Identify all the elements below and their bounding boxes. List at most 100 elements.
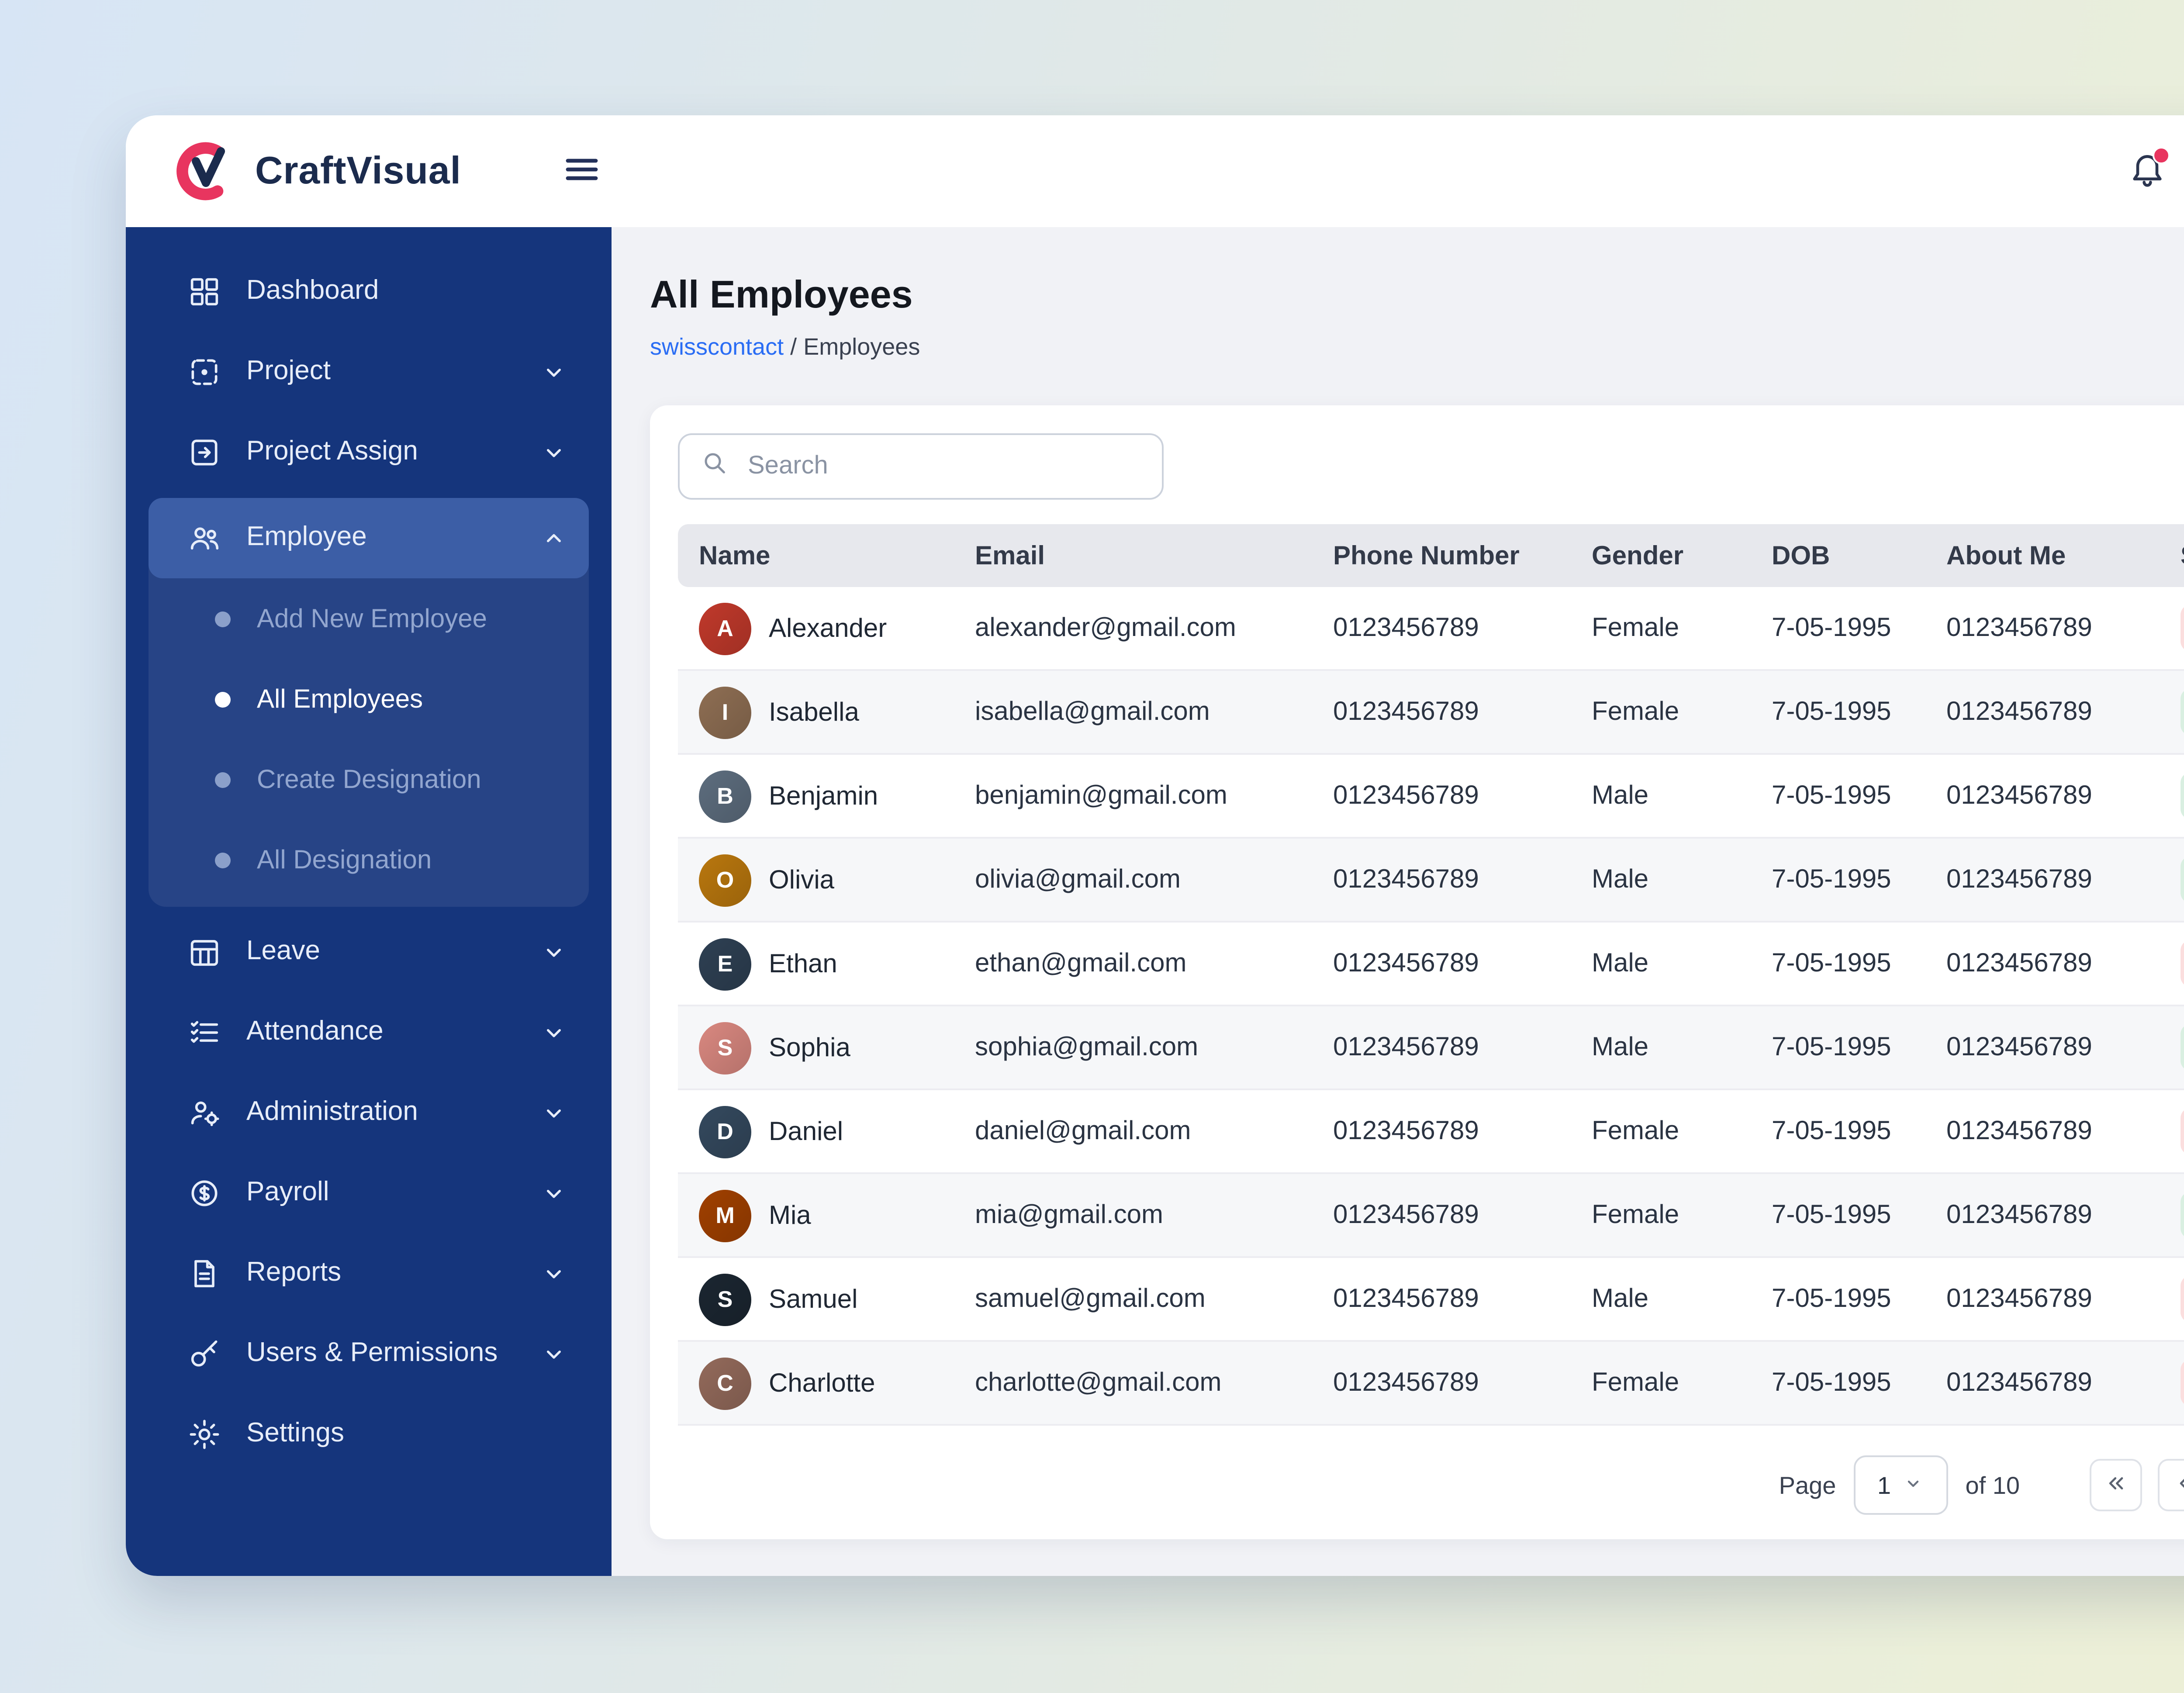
chevron-down-icon [540, 358, 568, 386]
employee-about: 0123456789 [1929, 754, 2163, 839]
column-header-dob: DOB [1754, 524, 1929, 587]
employee-phone: 0123456789 [1316, 754, 1574, 839]
employee-about: 0123456789 [1929, 838, 2163, 923]
sidebar-item-users-permissions[interactable]: Users & Permissions [149, 1314, 589, 1394]
status-badge: Active [2181, 1192, 2184, 1239]
page-of-label: of 10 [1965, 1471, 2020, 1499]
sidebar-item-payroll[interactable]: Payroll [149, 1153, 589, 1233]
sidebar-subitem-create-designation[interactable]: Create Designation [149, 739, 589, 819]
notifications-button[interactable] [2125, 147, 2171, 194]
employee-email: benjamin@gmail.com [957, 754, 1316, 839]
employee-email: olivia@gmail.com [957, 838, 1316, 923]
sidebar-item-label: Reports [246, 1258, 342, 1288]
sidebar-item-leave[interactable]: Leave [149, 912, 589, 992]
chevron-down-icon [540, 938, 568, 966]
dashboard-icon [187, 274, 222, 309]
sidebar-subitem-add-new-employee[interactable]: Add New Employee [149, 578, 589, 659]
sidebar-item-settings[interactable]: Settings [149, 1394, 589, 1475]
sidebar: Dashboard Project Project Assign Employe… [126, 227, 612, 1576]
employee-avatar: I [699, 686, 751, 738]
brand: CraftVisual [168, 138, 556, 204]
page-size-select[interactable]: 1 [1853, 1455, 1948, 1515]
menu-toggle-button[interactable] [556, 145, 608, 197]
employee-avatar: A [699, 602, 751, 654]
employee-email: alexander@gmail.com [957, 587, 1316, 671]
bullet-dot-icon [215, 691, 231, 707]
prev-page-button[interactable] [2158, 1459, 2184, 1511]
employee-avatar: B [699, 770, 751, 822]
employee-about: 0123456789 [1929, 670, 2163, 755]
first-page-button[interactable] [2090, 1459, 2142, 1511]
status-badge: Active [2181, 772, 2184, 819]
column-header-phone-number: Phone Number [1316, 524, 1574, 587]
status-badge: Inactive [2181, 1108, 2184, 1155]
sidebar-item-label: Project [246, 356, 331, 386]
sidebar-group-employee: Employee Add New Employee All Employees … [149, 498, 589, 907]
employee-name: Isabella [769, 697, 859, 727]
breadcrumb-link[interactable]: swisscontact [650, 334, 784, 360]
pagination-nav: 123 [2090, 1459, 2184, 1511]
topbar: CraftVisual TA Tomal Ahmed [126, 115, 2184, 227]
sidebar-item-project[interactable]: Project [149, 332, 589, 412]
employee-avatar: E [699, 937, 751, 990]
hamburger-icon [561, 148, 603, 195]
settings-icon [187, 1417, 222, 1452]
employee-email: charlotte@gmail.com [957, 1341, 1316, 1426]
leave-icon [187, 935, 222, 970]
employee-gender: Male [1574, 1005, 1754, 1090]
employee-phone: 0123456789 [1316, 922, 1574, 1006]
employee-dob: 7-05-1995 [1754, 1173, 1929, 1258]
sidebar-item-reports[interactable]: Reports [149, 1233, 589, 1314]
status-badge: Inactive [2181, 1359, 2184, 1406]
employee-dob: 7-05-1995 [1754, 1257, 1929, 1342]
employee-name: Samuel [769, 1284, 858, 1314]
employee-about: 0123456789 [1929, 1341, 2163, 1426]
sidebar-subitem-all-designation[interactable]: All Designation [149, 819, 589, 900]
topbar-actions: TA Tomal Ahmed Admin [2125, 136, 2184, 206]
employee-avatar: O [699, 853, 751, 906]
employee-gender: Male [1574, 1257, 1754, 1342]
employee-phone: 0123456789 [1316, 587, 1574, 671]
chevron-up-icon [540, 524, 568, 552]
sidebar-item-label: Leave [246, 936, 320, 966]
status-badge: Active [2181, 688, 2184, 736]
chevron-down-icon [540, 439, 568, 466]
column-header-status: Status [2163, 524, 2184, 587]
employee-email: samuel@gmail.com [957, 1257, 1316, 1342]
employee-phone: 0123456789 [1316, 670, 1574, 755]
employee-about: 0123456789 [1929, 1257, 2163, 1342]
employee-gender: Female [1574, 587, 1754, 671]
search-input[interactable] [744, 451, 1141, 482]
breadcrumb: swisscontact / Employees [650, 334, 920, 360]
chevron-down-icon [540, 1019, 568, 1047]
employee-email: sophia@gmail.com [957, 1005, 1316, 1090]
sidebar-item-administration[interactable]: Administration [149, 1073, 589, 1153]
sidebar-item-label: Employee [246, 522, 367, 552]
status-badge: Inactive [2181, 605, 2184, 652]
sidebar-item-attendance[interactable]: Attendance [149, 992, 589, 1073]
app-window: CraftVisual TA Tomal Ahmed [126, 115, 2184, 1576]
desktop-background: CraftVisual TA Tomal Ahmed [0, 0, 2184, 1693]
sidebar-subitem-all-employees[interactable]: All Employees [149, 659, 589, 739]
sidebar-item-dashboard[interactable]: Dashboard [149, 252, 589, 332]
bullet-dot-icon [215, 771, 231, 787]
employee-phone: 0123456789 [1316, 1173, 1574, 1258]
employee-gender: Male [1574, 754, 1754, 839]
employee-gender: Female [1574, 1341, 1754, 1426]
employee-name: Alexander [769, 613, 887, 643]
notification-dot [2153, 147, 2171, 164]
sidebar-item-employee[interactable]: Employee [149, 498, 589, 578]
employee-gender: Male [1574, 922, 1754, 1006]
users-permissions-icon [187, 1337, 222, 1372]
page-title: All Employees [650, 273, 913, 316]
table-row: C Charlotte charlotte@gmail.com 012345678… [678, 1341, 2184, 1426]
chevron-down-icon [1903, 1471, 1924, 1499]
table-row: S Sophia sophia@gmail.com 0123456789 Male… [678, 1005, 2184, 1090]
breadcrumb-current: Employees [803, 334, 920, 360]
employee-dob: 7-05-1995 [1754, 1341, 1929, 1426]
craftvisual-logo-icon [168, 138, 234, 204]
employee-avatar: M [699, 1189, 751, 1241]
sidebar-item-project-assign[interactable]: Project Assign [149, 412, 589, 493]
sidebar-subitem-label: Add New Employee [257, 604, 487, 633]
status-badge: Active [2181, 1024, 2184, 1071]
